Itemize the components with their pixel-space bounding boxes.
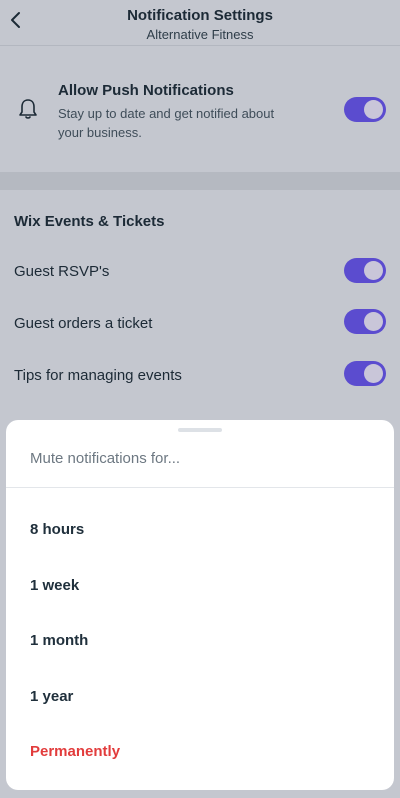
sheet-drag-handle[interactable]: [178, 428, 222, 432]
tips-managing-events-toggle[interactable]: [344, 361, 386, 386]
tips-managing-events-label: Tips for managing events: [14, 367, 182, 384]
mute-bottom-sheet: Mute notifications for... 8 hours 1 week…: [6, 420, 394, 790]
mute-option-1-month[interactable]: 1 month: [30, 632, 88, 649]
page-title: Notification Settings: [127, 7, 273, 24]
bell-icon: [18, 98, 38, 120]
mute-option-1-week[interactable]: 1 week: [30, 577, 79, 594]
push-notifications-toggle[interactable]: [344, 97, 386, 122]
section-separator: [0, 172, 400, 190]
header: Notification Settings Alternative Fitnes…: [0, 0, 400, 46]
page-subtitle: Alternative Fitness: [146, 27, 254, 42]
guest-orders-ticket-label: Guest orders a ticket: [14, 315, 153, 332]
sheet-divider: [6, 487, 394, 488]
toggle-knob: [364, 261, 383, 280]
mute-option-1-year[interactable]: 1 year: [30, 688, 73, 705]
guest-rsvp-label: Guest RSVP's: [14, 263, 110, 280]
section-title: Wix Events & Tickets: [14, 213, 165, 230]
mute-option-8-hours[interactable]: 8 hours: [30, 521, 84, 538]
push-notifications-description: Stay up to date and get notified about y…: [58, 106, 275, 140]
guest-orders-ticket-toggle[interactable]: [344, 309, 386, 334]
toggle-knob: [364, 100, 383, 119]
toggle-knob: [364, 312, 383, 331]
toggle-knob: [364, 364, 383, 383]
sheet-title: Mute notifications for...: [30, 450, 181, 467]
mute-option-permanently[interactable]: Permanently: [30, 743, 120, 760]
push-notifications-title: Allow Push Notifications: [58, 82, 234, 99]
guest-rsvp-toggle[interactable]: [344, 258, 386, 283]
